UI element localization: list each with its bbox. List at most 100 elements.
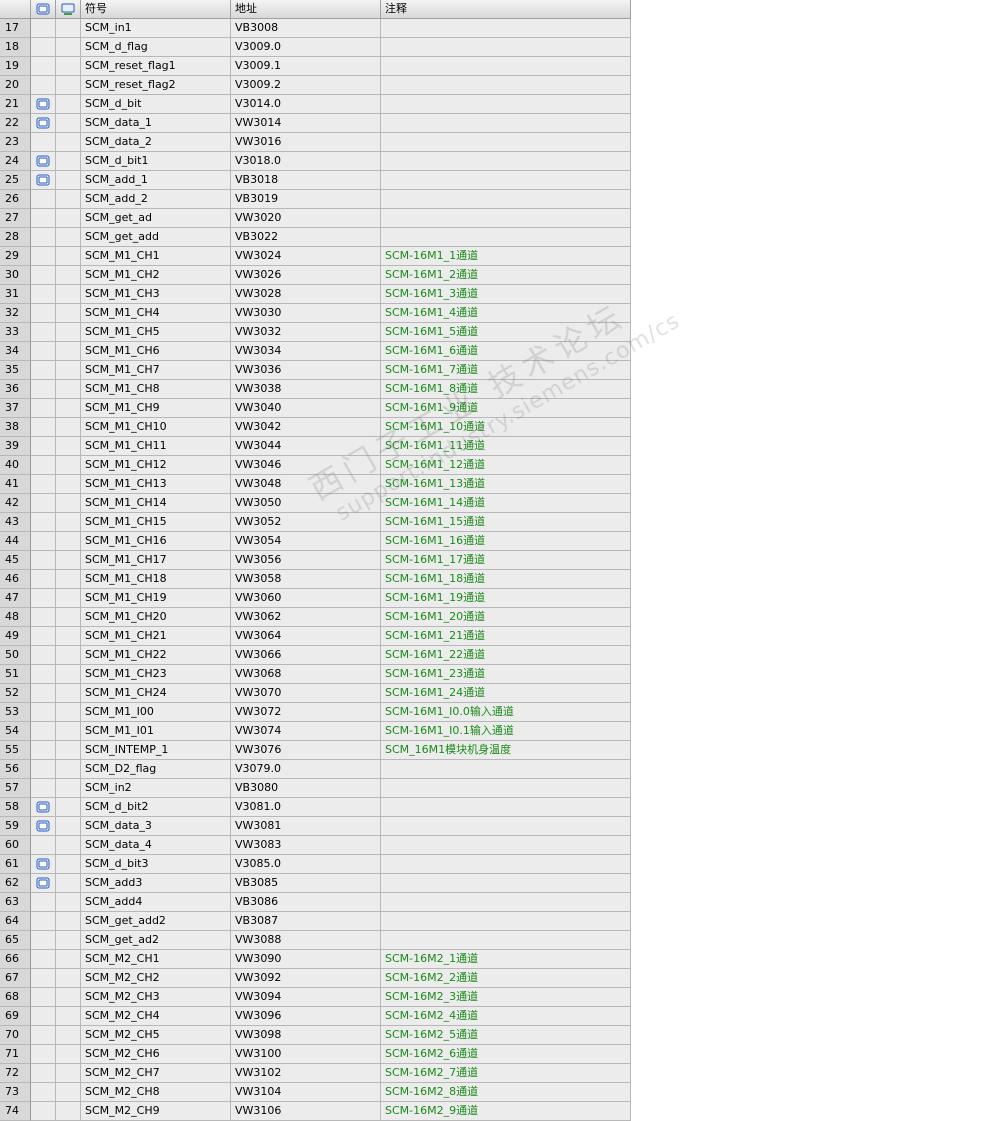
row-number[interactable]: 30	[0, 266, 31, 285]
comment-cell[interactable]: SCM-16M2_7通道	[381, 1064, 631, 1083]
symbol-cell[interactable]: SCM_M1_CH21	[81, 627, 231, 646]
address-cell[interactable]: VW3070	[231, 684, 381, 703]
symbol-cell[interactable]: SCM_add4	[81, 893, 231, 912]
unused-cell[interactable]	[56, 475, 81, 494]
unused-cell[interactable]	[56, 722, 81, 741]
address-cell[interactable]: VW3026	[231, 266, 381, 285]
address-cell[interactable]: V3018.0	[231, 152, 381, 171]
overlap-cell[interactable]	[31, 76, 56, 95]
symbol-cell[interactable]: SCM_add3	[81, 874, 231, 893]
table-row[interactable]: 68 SCM_M2_CH3 VW3094 SCM-16M2_3通道	[0, 988, 631, 1007]
comment-cell[interactable]	[381, 893, 631, 912]
overlap-cell[interactable]	[31, 380, 56, 399]
unused-cell[interactable]	[56, 342, 81, 361]
table-row[interactable]: 25 SCM_add_1 VB3018	[0, 171, 631, 190]
overlap-cell[interactable]	[31, 589, 56, 608]
unused-cell[interactable]	[56, 114, 81, 133]
overlap-cell[interactable]	[31, 1026, 56, 1045]
symbol-cell[interactable]: SCM_add_2	[81, 190, 231, 209]
unused-cell[interactable]	[56, 1007, 81, 1026]
overlap-cell[interactable]	[31, 703, 56, 722]
table-row[interactable]: 47 SCM_M1_CH19 VW3060 SCM-16M1_19通道	[0, 589, 631, 608]
overlap-cell[interactable]	[31, 836, 56, 855]
comment-cell[interactable]	[381, 817, 631, 836]
table-row[interactable]: 37 SCM_M1_CH9 VW3040 SCM-16M1_9通道	[0, 399, 631, 418]
symbol-cell[interactable]: SCM_M1_CH9	[81, 399, 231, 418]
row-number[interactable]: 45	[0, 551, 31, 570]
address-cell[interactable]: V3081.0	[231, 798, 381, 817]
table-row[interactable]: 60 SCM_data_4 VW3083	[0, 836, 631, 855]
comment-cell[interactable]	[381, 114, 631, 133]
row-number[interactable]: 37	[0, 399, 31, 418]
overlap-cell[interactable]	[31, 627, 56, 646]
address-cell[interactable]: VW3083	[231, 836, 381, 855]
overlap-cell[interactable]	[31, 323, 56, 342]
row-number[interactable]: 47	[0, 589, 31, 608]
table-row[interactable]: 30 SCM_M1_CH2 VW3026 SCM-16M1_2通道	[0, 266, 631, 285]
comment-cell[interactable]: SCM-16M1_3通道	[381, 285, 631, 304]
address-cell[interactable]: VW3106	[231, 1102, 381, 1121]
address-cell[interactable]: VW3032	[231, 323, 381, 342]
symbol-cell[interactable]: SCM_M1_CH19	[81, 589, 231, 608]
unused-cell[interactable]	[56, 133, 81, 152]
header-unused-column[interactable]	[56, 0, 81, 18]
comment-cell[interactable]	[381, 798, 631, 817]
comment-cell[interactable]: SCM-16M2_1通道	[381, 950, 631, 969]
row-number[interactable]: 55	[0, 741, 31, 760]
comment-cell[interactable]: SCM-16M1_I0.0输入通道	[381, 703, 631, 722]
symbol-cell[interactable]: SCM_get_ad	[81, 209, 231, 228]
table-row[interactable]: 73 SCM_M2_CH8 VW3104 SCM-16M2_8通道	[0, 1083, 631, 1102]
overlap-cell[interactable]	[31, 893, 56, 912]
symbol-cell[interactable]: SCM_M1_CH10	[81, 418, 231, 437]
table-row[interactable]: 66 SCM_M2_CH1 VW3090 SCM-16M2_1通道	[0, 950, 631, 969]
unused-cell[interactable]	[56, 1083, 81, 1102]
address-cell[interactable]: VB3018	[231, 171, 381, 190]
overlap-cell[interactable]	[31, 399, 56, 418]
row-number[interactable]: 58	[0, 798, 31, 817]
address-cell[interactable]: VW3081	[231, 817, 381, 836]
unused-cell[interactable]	[56, 551, 81, 570]
address-cell[interactable]: VW3034	[231, 342, 381, 361]
symbol-cell[interactable]: SCM_data_4	[81, 836, 231, 855]
address-cell[interactable]: VB3019	[231, 190, 381, 209]
row-number[interactable]: 39	[0, 437, 31, 456]
address-cell[interactable]: VW3092	[231, 969, 381, 988]
row-number[interactable]: 22	[0, 114, 31, 133]
overlap-cell[interactable]	[31, 1007, 56, 1026]
row-number[interactable]: 36	[0, 380, 31, 399]
comment-cell[interactable]: SCM-16M1_18通道	[381, 570, 631, 589]
symbol-cell[interactable]: SCM_M1_CH6	[81, 342, 231, 361]
overlap-cell[interactable]	[31, 969, 56, 988]
unused-cell[interactable]	[56, 931, 81, 950]
comment-cell[interactable]: SCM-16M1_7通道	[381, 361, 631, 380]
overlap-cell[interactable]	[31, 437, 56, 456]
table-row[interactable]: 65 SCM_get_ad2 VW3088	[0, 931, 631, 950]
table-row[interactable]: 23 SCM_data_2 VW3016	[0, 133, 631, 152]
row-number[interactable]: 54	[0, 722, 31, 741]
table-row[interactable]: 19 SCM_reset_flag1 V3009.1	[0, 57, 631, 76]
address-cell[interactable]: VW3048	[231, 475, 381, 494]
row-number[interactable]: 33	[0, 323, 31, 342]
overlap-cell[interactable]	[31, 950, 56, 969]
table-row[interactable]: 40 SCM_M1_CH12 VW3046 SCM-16M1_12通道	[0, 456, 631, 475]
row-number[interactable]: 41	[0, 475, 31, 494]
unused-cell[interactable]	[56, 684, 81, 703]
comment-cell[interactable]: SCM-16M1_12通道	[381, 456, 631, 475]
address-cell[interactable]: VW3038	[231, 380, 381, 399]
address-cell[interactable]: VW3102	[231, 1064, 381, 1083]
table-row[interactable]: 42 SCM_M1_CH14 VW3050 SCM-16M1_14通道	[0, 494, 631, 513]
comment-cell[interactable]: SCM-16M1_23通道	[381, 665, 631, 684]
row-number[interactable]: 68	[0, 988, 31, 1007]
unused-cell[interactable]	[56, 95, 81, 114]
symbol-cell[interactable]: SCM_reset_flag1	[81, 57, 231, 76]
comment-cell[interactable]: SCM-16M2_9通道	[381, 1102, 631, 1121]
overlap-cell[interactable]	[31, 1045, 56, 1064]
symbol-cell[interactable]: SCM_d_bit3	[81, 855, 231, 874]
symbol-cell[interactable]: SCM_data_2	[81, 133, 231, 152]
unused-cell[interactable]	[56, 665, 81, 684]
row-number[interactable]: 46	[0, 570, 31, 589]
overlap-cell[interactable]	[31, 513, 56, 532]
comment-cell[interactable]: SCM-16M2_3通道	[381, 988, 631, 1007]
row-number[interactable]: 31	[0, 285, 31, 304]
comment-cell[interactable]	[381, 133, 631, 152]
